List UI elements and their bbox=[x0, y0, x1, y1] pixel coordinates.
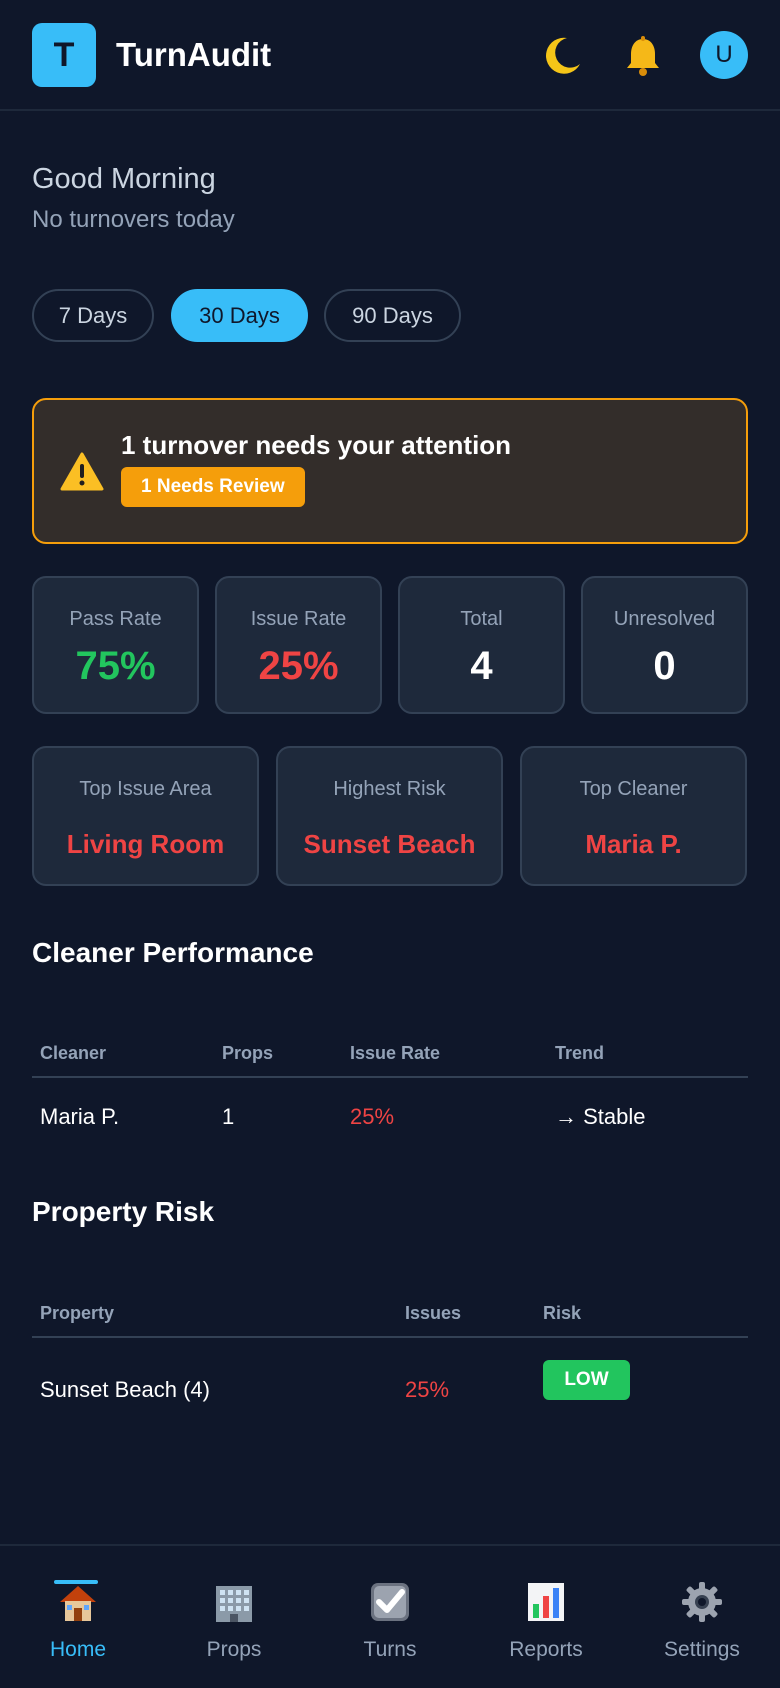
top-issue-area-value: Living Room bbox=[66, 829, 225, 859]
range-30-days-button[interactable]: 30 Days bbox=[171, 289, 308, 342]
chart-icon bbox=[524, 1580, 568, 1624]
pass-rate-card: Pass Rate 75% bbox=[32, 576, 199, 714]
issues-cell: 25% bbox=[405, 1377, 450, 1402]
risk-badge: LOW bbox=[543, 1360, 630, 1400]
range-90-days-button[interactable]: 90 Days bbox=[324, 289, 461, 342]
column-header: Props bbox=[222, 1043, 274, 1063]
unresolved-label: Unresolved bbox=[613, 608, 716, 630]
checkbox-icon bbox=[368, 1580, 412, 1624]
issue-rate-card: Issue Rate 25% bbox=[215, 576, 382, 714]
nav-label: Props bbox=[206, 1638, 262, 1661]
attention-alert[interactable]: 1 turnover needs your attention 1 Needs … bbox=[32, 398, 748, 544]
total-value: 4 bbox=[470, 644, 493, 688]
property-risk-title: Property Risk bbox=[32, 1196, 215, 1227]
total-label: Total bbox=[460, 608, 503, 630]
nav-home[interactable]: Home bbox=[0, 1546, 156, 1688]
top-issue-area-card: Top Issue Area Living Room bbox=[32, 746, 259, 886]
cleaner-performance-title: Cleaner Performance bbox=[32, 937, 314, 968]
nav-reports[interactable]: Reports bbox=[468, 1546, 624, 1688]
column-header: Risk bbox=[543, 1303, 582, 1323]
cleaner-name-cell: Maria P. bbox=[40, 1104, 120, 1129]
app-logo[interactable]: T bbox=[32, 23, 96, 87]
unresolved-card: Unresolved 0 bbox=[581, 576, 748, 714]
alert-title: 1 turnover needs your attention bbox=[121, 430, 512, 460]
column-header: Issue Rate bbox=[350, 1043, 441, 1063]
props-cell: 1 bbox=[222, 1104, 235, 1129]
user-avatar[interactable]: U bbox=[700, 31, 748, 79]
column-header: Property bbox=[40, 1303, 115, 1323]
needs-review-badge[interactable]: 1 Needs Review bbox=[121, 467, 305, 507]
column-header: Cleaner bbox=[40, 1043, 107, 1063]
nav-label: Home bbox=[49, 1638, 107, 1661]
top-cleaner-value: Maria P. bbox=[585, 829, 682, 859]
app-title: TurnAudit bbox=[116, 36, 272, 73]
highest-risk-card: Highest Risk Sunset Beach bbox=[276, 746, 503, 886]
top-issue-area-label: Top Issue Area bbox=[79, 778, 212, 800]
nav-props[interactable]: Props bbox=[156, 1546, 312, 1688]
nav-turns[interactable]: Turns bbox=[312, 1546, 468, 1688]
issue-rate-cell: 25% bbox=[350, 1104, 395, 1129]
nav-settings[interactable]: Settings bbox=[624, 1546, 780, 1688]
bottom-nav: Home Props Turns Reports Settings bbox=[0, 1544, 780, 1688]
issue-rate-value: 25% bbox=[258, 644, 339, 688]
issue-rate-label: Issue Rate bbox=[250, 608, 347, 630]
building-icon bbox=[212, 1580, 256, 1624]
top-cleaner-card: Top Cleaner Maria P. bbox=[520, 746, 747, 886]
app-header: T TurnAudit U bbox=[0, 0, 780, 111]
table-divider bbox=[32, 1336, 748, 1338]
pass-rate-label: Pass Rate bbox=[69, 608, 162, 630]
greeting-subtitle: No turnovers today bbox=[32, 206, 235, 233]
bell-icon[interactable] bbox=[619, 32, 667, 80]
top-cleaner-label: Top Cleaner bbox=[579, 778, 688, 800]
column-header: Issues bbox=[405, 1303, 462, 1323]
unresolved-value: 0 bbox=[653, 644, 676, 688]
dashboard-page: T TurnAudit U Good Morning No turnovers … bbox=[0, 0, 780, 1688]
highest-risk-label: Highest Risk bbox=[333, 778, 446, 800]
greeting-title: Good Morning bbox=[32, 163, 216, 195]
table-divider bbox=[32, 1076, 748, 1078]
moon-icon[interactable] bbox=[538, 32, 586, 80]
range-7-days-button[interactable]: 7 Days bbox=[32, 289, 154, 342]
nav-label: Settings bbox=[664, 1638, 740, 1661]
pass-rate-value: 75% bbox=[75, 644, 156, 688]
column-header: Trend bbox=[555, 1043, 605, 1063]
trend-cell: → Stable bbox=[555, 1104, 646, 1129]
home-icon bbox=[56, 1580, 100, 1624]
property-name-cell: Sunset Beach (4) bbox=[40, 1377, 210, 1402]
highest-risk-value: Sunset Beach bbox=[303, 829, 476, 859]
nav-label: Turns bbox=[363, 1638, 417, 1661]
warning-icon bbox=[60, 452, 104, 492]
total-card: Total 4 bbox=[398, 576, 565, 714]
nav-label: Reports bbox=[509, 1638, 583, 1661]
gear-icon bbox=[680, 1580, 724, 1624]
